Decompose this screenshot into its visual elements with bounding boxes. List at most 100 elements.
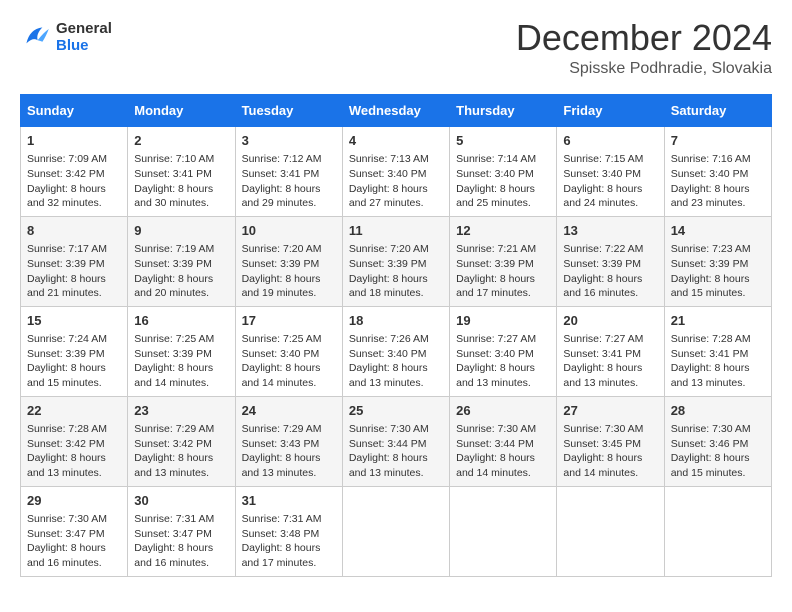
calendar-cell: 3 Sunrise: 7:12 AMSunset: 3:41 PMDaylight… xyxy=(235,127,342,217)
day-info: Sunrise: 7:27 AMSunset: 3:41 PMDaylight:… xyxy=(563,332,657,391)
day-info: Sunrise: 7:27 AMSunset: 3:40 PMDaylight:… xyxy=(456,332,550,391)
day-number: 21 xyxy=(671,312,765,330)
day-number: 31 xyxy=(242,492,336,510)
day-number: 25 xyxy=(349,402,443,420)
day-info: Sunrise: 7:17 AMSunset: 3:39 PMDaylight:… xyxy=(27,242,121,301)
calendar-cell: 11 Sunrise: 7:20 AMSunset: 3:39 PMDayligh… xyxy=(342,216,449,306)
calendar-week-4: 22 Sunrise: 7:28 AMSunset: 3:42 PMDayligh… xyxy=(21,396,772,486)
day-number: 12 xyxy=(456,222,550,240)
day-info: Sunrise: 7:21 AMSunset: 3:39 PMDaylight:… xyxy=(456,242,550,301)
calendar-cell: 13Sunrise: 7:22 AMSunset: 3:39 PMDayligh… xyxy=(557,216,664,306)
calendar-cell: 10 Sunrise: 7:20 AMSunset: 3:39 PMDayligh… xyxy=(235,216,342,306)
calendar-cell: 14Sunrise: 7:23 AMSunset: 3:39 PMDayligh… xyxy=(664,216,771,306)
day-info: Sunrise: 7:26 AMSunset: 3:40 PMDaylight:… xyxy=(349,332,443,391)
day-info: Sunrise: 7:23 AMSunset: 3:39 PMDaylight:… xyxy=(671,242,765,301)
day-info: Sunrise: 7:30 AMSunset: 3:44 PMDaylight:… xyxy=(349,422,443,481)
logo-text: General Blue xyxy=(56,20,112,54)
day-number: 28 xyxy=(671,402,765,420)
calendar-cell: 21 Sunrise: 7:28 AMSunset: 3:41 PMDayligh… xyxy=(664,306,771,396)
calendar-cell: 2 Sunrise: 7:10 AMSunset: 3:41 PMDaylight… xyxy=(128,127,235,217)
calendar-cell xyxy=(664,486,771,576)
calendar-cell: 16Sunrise: 7:25 AMSunset: 3:39 PMDayligh… xyxy=(128,306,235,396)
day-info: Sunrise: 7:30 AMSunset: 3:47 PMDaylight:… xyxy=(27,512,121,571)
calendar-table: SundayMondayTuesdayWednesdayThursdayFrid… xyxy=(20,94,772,577)
calendar-cell xyxy=(342,486,449,576)
calendar-cell: 22 Sunrise: 7:28 AMSunset: 3:42 PMDayligh… xyxy=(21,396,128,486)
day-info: Sunrise: 7:25 AMSunset: 3:40 PMDaylight:… xyxy=(242,332,336,391)
day-number: 1 xyxy=(27,132,121,150)
calendar-cell xyxy=(450,486,557,576)
calendar-cell: 30Sunrise: 7:31 AMSunset: 3:47 PMDayligh… xyxy=(128,486,235,576)
calendar-week-3: 15Sunrise: 7:24 AMSunset: 3:39 PMDayligh… xyxy=(21,306,772,396)
calendar-cell: 31Sunrise: 7:31 AMSunset: 3:48 PMDayligh… xyxy=(235,486,342,576)
day-info: Sunrise: 7:20 AMSunset: 3:39 PMDaylight:… xyxy=(349,242,443,301)
day-info: Sunrise: 7:16 AMSunset: 3:40 PMDaylight:… xyxy=(671,152,765,211)
day-number: 2 xyxy=(134,132,228,150)
calendar-cell: 15Sunrise: 7:24 AMSunset: 3:39 PMDayligh… xyxy=(21,306,128,396)
day-header-tuesday: Tuesday xyxy=(235,95,342,127)
day-number: 6 xyxy=(563,132,657,150)
page-header: General Blue December 2024 Spisske Podhr… xyxy=(20,20,772,78)
day-info: Sunrise: 7:29 AMSunset: 3:43 PMDaylight:… xyxy=(242,422,336,481)
day-number: 17 xyxy=(242,312,336,330)
calendar-week-1: 1Sunrise: 7:09 AMSunset: 3:42 PMDaylight… xyxy=(21,127,772,217)
day-number: 9 xyxy=(134,222,228,240)
day-number: 15 xyxy=(27,312,121,330)
calendar-cell: 4Sunrise: 7:13 AMSunset: 3:40 PMDaylight… xyxy=(342,127,449,217)
day-info: Sunrise: 7:28 AMSunset: 3:41 PMDaylight:… xyxy=(671,332,765,391)
day-number: 22 xyxy=(27,402,121,420)
day-info: Sunrise: 7:10 AMSunset: 3:41 PMDaylight:… xyxy=(134,152,228,211)
location-title: Spisske Podhradie, Slovakia xyxy=(516,60,772,78)
day-info: Sunrise: 7:15 AMSunset: 3:40 PMDaylight:… xyxy=(563,152,657,211)
day-info: Sunrise: 7:14 AMSunset: 3:40 PMDaylight:… xyxy=(456,152,550,211)
day-number: 8 xyxy=(27,222,121,240)
day-info: Sunrise: 7:28 AMSunset: 3:42 PMDaylight:… xyxy=(27,422,121,481)
day-number: 18 xyxy=(349,312,443,330)
calendar-cell: 19 Sunrise: 7:27 AMSunset: 3:40 PMDayligh… xyxy=(450,306,557,396)
day-info: Sunrise: 7:12 AMSunset: 3:41 PMDaylight:… xyxy=(242,152,336,211)
calendar-cell: 24 Sunrise: 7:29 AMSunset: 3:43 PMDayligh… xyxy=(235,396,342,486)
calendar-cell: 29 Sunrise: 7:30 AMSunset: 3:47 PMDayligh… xyxy=(21,486,128,576)
calendar-cell: 7 Sunrise: 7:16 AMSunset: 3:40 PMDaylight… xyxy=(664,127,771,217)
day-number: 5 xyxy=(456,132,550,150)
day-info: Sunrise: 7:30 AMSunset: 3:45 PMDaylight:… xyxy=(563,422,657,481)
calendar-cell: 28 Sunrise: 7:30 AMSunset: 3:46 PMDayligh… xyxy=(664,396,771,486)
calendar-week-5: 29 Sunrise: 7:30 AMSunset: 3:47 PMDayligh… xyxy=(21,486,772,576)
day-number: 16 xyxy=(134,312,228,330)
day-number: 27 xyxy=(563,402,657,420)
day-number: 7 xyxy=(671,132,765,150)
calendar-cell: 23Sunrise: 7:29 AMSunset: 3:42 PMDayligh… xyxy=(128,396,235,486)
day-number: 11 xyxy=(349,222,443,240)
calendar-cell: 27 Sunrise: 7:30 AMSunset: 3:45 PMDayligh… xyxy=(557,396,664,486)
day-info: Sunrise: 7:30 AMSunset: 3:46 PMDaylight:… xyxy=(671,422,765,481)
day-info: Sunrise: 7:13 AMSunset: 3:40 PMDaylight:… xyxy=(349,152,443,211)
day-info: Sunrise: 7:20 AMSunset: 3:39 PMDaylight:… xyxy=(242,242,336,301)
day-number: 10 xyxy=(242,222,336,240)
day-number: 26 xyxy=(456,402,550,420)
logo: General Blue xyxy=(20,20,112,54)
day-number: 19 xyxy=(456,312,550,330)
day-header-monday: Monday xyxy=(128,95,235,127)
calendar-cell: 6 Sunrise: 7:15 AMSunset: 3:40 PMDaylight… xyxy=(557,127,664,217)
calendar-cell: 18 Sunrise: 7:26 AMSunset: 3:40 PMDayligh… xyxy=(342,306,449,396)
month-title: December 2024 xyxy=(516,20,772,56)
calendar-cell: 26 Sunrise: 7:30 AMSunset: 3:44 PMDayligh… xyxy=(450,396,557,486)
day-info: Sunrise: 7:30 AMSunset: 3:44 PMDaylight:… xyxy=(456,422,550,481)
calendar-cell: 1Sunrise: 7:09 AMSunset: 3:42 PMDaylight… xyxy=(21,127,128,217)
day-info: Sunrise: 7:22 AMSunset: 3:39 PMDaylight:… xyxy=(563,242,657,301)
day-number: 20 xyxy=(563,312,657,330)
calendar-cell: 5 Sunrise: 7:14 AMSunset: 3:40 PMDaylight… xyxy=(450,127,557,217)
calendar-cell: 17 Sunrise: 7:25 AMSunset: 3:40 PMDayligh… xyxy=(235,306,342,396)
title-block: December 2024 Spisske Podhradie, Slovaki… xyxy=(516,20,772,78)
day-header-sunday: Sunday xyxy=(21,95,128,127)
calendar-cell: 12 Sunrise: 7:21 AMSunset: 3:39 PMDayligh… xyxy=(450,216,557,306)
day-header-saturday: Saturday xyxy=(664,95,771,127)
day-number: 3 xyxy=(242,132,336,150)
calendar-cell xyxy=(557,486,664,576)
calendar-cell: 8 Sunrise: 7:17 AMSunset: 3:39 PMDaylight… xyxy=(21,216,128,306)
day-number: 24 xyxy=(242,402,336,420)
day-info: Sunrise: 7:31 AMSunset: 3:47 PMDaylight:… xyxy=(134,512,228,571)
day-info: Sunrise: 7:19 AMSunset: 3:39 PMDaylight:… xyxy=(134,242,228,301)
day-number: 29 xyxy=(27,492,121,510)
calendar-cell: 9 Sunrise: 7:19 AMSunset: 3:39 PMDaylight… xyxy=(128,216,235,306)
